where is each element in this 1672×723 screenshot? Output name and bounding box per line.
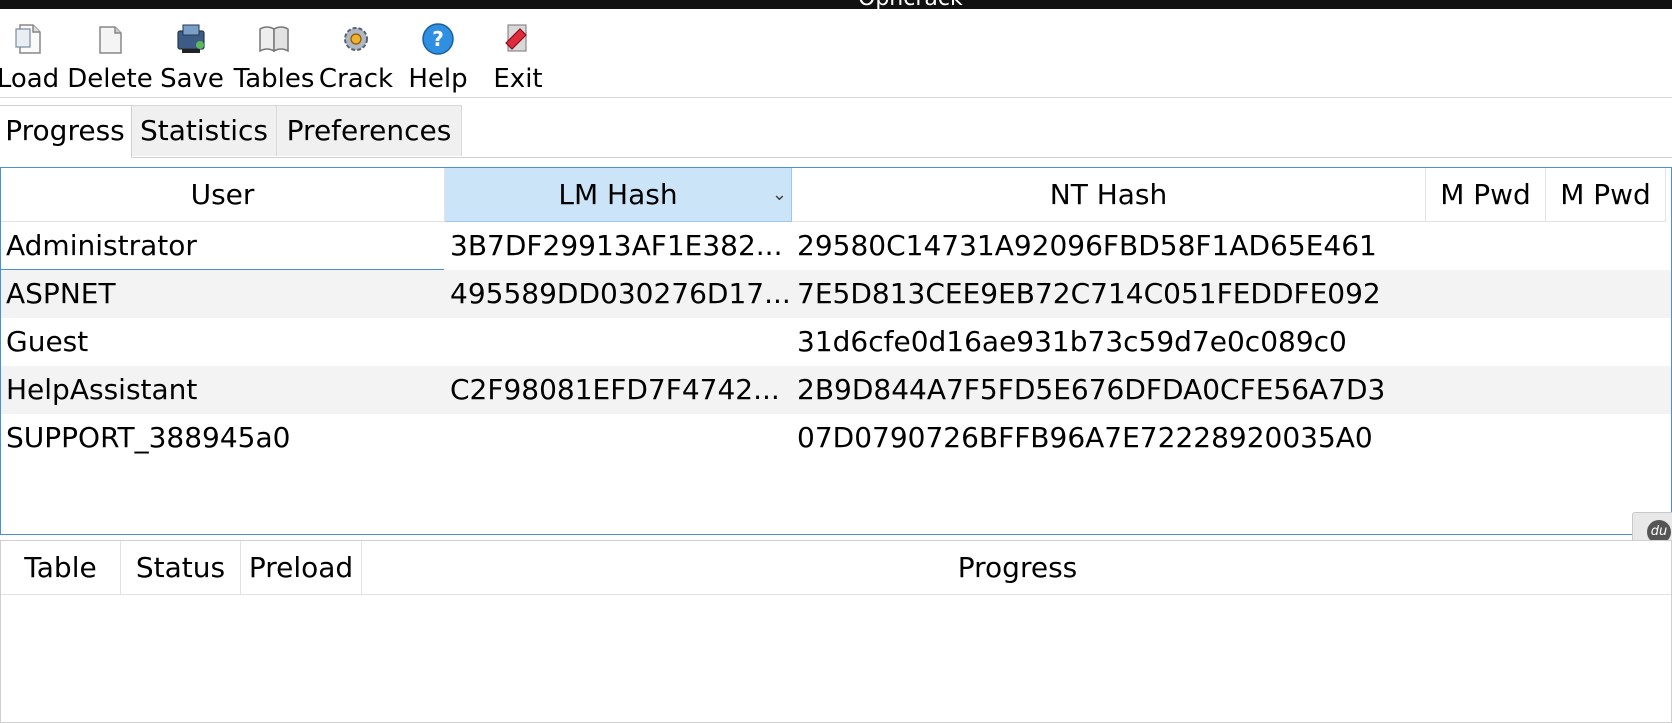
lm-hash-cell: 3B7DF29913AF1E382... [450, 229, 783, 262]
user-cell: Guest [6, 325, 89, 358]
window-title: Ophcrack [858, 0, 963, 9]
nt-hash-cell: 07D0790726BFFB96A7E72228920035A0 [797, 421, 1373, 454]
column-header-progress[interactable]: Progress [362, 541, 1671, 595]
column-header-m-pwd-1[interactable]: M Pwd [1426, 168, 1546, 222]
window-titlebar: Ophcrack [0, 0, 1672, 9]
tab-statistics[interactable]: Statistics [130, 105, 278, 156]
table-row[interactable]: ASPNET 495589DD030276D17... 7E5D813CEE9E… [1, 270, 1671, 318]
tab-bar: Progress Statistics Preferences [0, 105, 1672, 158]
lm-hash-cell: C2F98081EFD7F4742... [450, 373, 780, 406]
crack-label: Crack [318, 64, 394, 94]
table-row[interactable]: SUPPORT_388945a0 07D0790726BFFB96A7E7222… [1, 414, 1671, 462]
tables-icon [259, 26, 289, 53]
toolbar: Load Delete Save Tables Crack ? Help Exi… [0, 9, 1672, 98]
column-header-lm-hash[interactable]: LM Hash ⌄ [445, 168, 792, 222]
svg-text:?: ? [432, 27, 444, 51]
column-header-m-pwd-2[interactable]: M Pwd [1546, 168, 1666, 222]
save-label: Save [160, 64, 224, 94]
delete-label: Delete [67, 64, 153, 94]
crack-icon [344, 27, 368, 51]
column-header-lm-hash-label: LM Hash [558, 178, 678, 211]
table-row[interactable]: HelpAssistant C2F98081EFD7F4742... 2B9D8… [1, 366, 1671, 414]
users-table: User LM Hash ⌄ NT Hash M Pwd M Pwd Admin… [0, 167, 1672, 535]
load-label: Load [0, 64, 60, 94]
tables-progress-table: Table Status Preload Progress [0, 540, 1672, 723]
nt-hash-cell: 2B9D844A7F5FD5E676DFDA0CFE56A7D3 [797, 373, 1386, 406]
user-cell: ASPNET [6, 277, 116, 310]
column-header-status[interactable]: Status [121, 541, 241, 595]
tab-preferences[interactable]: Preferences [276, 105, 462, 156]
exit-label: Exit [493, 64, 543, 94]
table-row[interactable]: Guest 31d6cfe0d16ae931b73c59d7e0c089c0 [1, 318, 1671, 366]
help-label: Help [408, 64, 468, 94]
table-row[interactable]: Administrator 3B7DF29913AF1E382... 29580… [1, 222, 1671, 271]
user-cell: Administrator [6, 229, 197, 262]
tab-progress[interactable]: Progress [0, 105, 132, 158]
column-header-user[interactable]: User [1, 168, 445, 222]
nt-hash-cell: 29580C14731A92096FBD58F1AD65E461 [797, 229, 1377, 262]
exit-button[interactable]: Exit [470, 9, 566, 97]
lm-hash-cell [445, 414, 792, 462]
nt-hash-cell: 31d6cfe0d16ae931b73c59d7e0c089c0 [797, 325, 1347, 358]
delete-icon [99, 26, 122, 54]
tables-label: Tables [233, 64, 315, 94]
lm-hash-cell: 495589DD030276D17... [450, 277, 791, 310]
column-header-nt-hash[interactable]: NT Hash [792, 168, 1426, 222]
column-header-preload[interactable]: Preload [241, 541, 362, 595]
sort-chevron-icon: ⌄ [771, 184, 787, 205]
exit-icon [505, 24, 527, 52]
lm-hash-cell [445, 318, 792, 366]
nt-hash-cell: 7E5D813CEE9EB72C714C051FEDDFE092 [797, 277, 1381, 310]
user-cell: HelpAssistant [6, 373, 198, 406]
column-header-table[interactable]: Table [1, 541, 121, 595]
load-icon [15, 24, 41, 54]
user-cell: SUPPORT_388945a0 [6, 421, 291, 454]
help-icon: ? [422, 23, 454, 55]
save-icon [177, 24, 205, 53]
